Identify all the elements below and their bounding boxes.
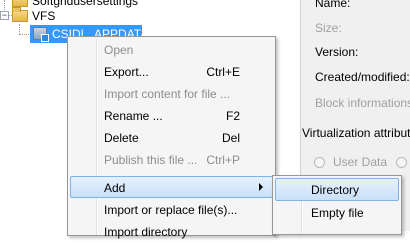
menu-item-shortcut: F2: [225, 109, 240, 123]
menu-item-shortcut: Ctrl+E: [206, 65, 240, 79]
submenu-arrow-icon: [259, 183, 263, 191]
version-label: Version:: [315, 45, 359, 59]
menu-item-label: Empty file: [311, 206, 364, 220]
virtual-folder-icon: [33, 27, 49, 42]
menu-item-add[interactable]: Add: [70, 176, 273, 198]
menu-item-label: Directory: [311, 183, 360, 197]
menu-item-import-replace[interactable]: Import or replace file(s)...: [70, 199, 273, 221]
name-label: Name:: [315, 0, 351, 10]
folder-icon: [12, 0, 28, 7]
menu-item-label: Import or replace file(s)...: [104, 203, 238, 217]
submenu-item-directory[interactable]: Directory: [275, 178, 399, 201]
menu-item-export[interactable]: Export... Ctrl+E: [70, 61, 273, 83]
tree-item-label: VFS: [32, 9, 56, 23]
menu-item-label: Add: [104, 181, 126, 195]
folder-icon: [12, 7, 28, 22]
radio-option[interactable]: [396, 157, 407, 168]
menu-item-label: Rename ...: [104, 109, 163, 123]
menu-item-label: Delete: [104, 131, 139, 145]
virtualization-attributes-label: Virtualization attribut: [302, 126, 410, 140]
menu-item-shortcut: Ctrl+P: [206, 153, 240, 167]
menu-item-publish[interactable]: Publish this file ... Ctrl+P: [70, 149, 273, 171]
tree-line: [19, 24, 20, 34]
menu-item-import-content[interactable]: Import content for file ...: [70, 83, 273, 105]
created-modified-label: Created/modified:: [315, 70, 410, 84]
submenu-item-empty-file[interactable]: Empty file: [275, 202, 399, 224]
menu-item-open[interactable]: Open: [70, 39, 273, 61]
collapse-icon[interactable]: −: [0, 11, 9, 20]
menu-item-rename[interactable]: Rename ... F2: [70, 105, 273, 127]
menu-item-label: Import content for file ...: [104, 87, 231, 101]
context-menu: Open Export... Ctrl+E Import content for…: [67, 36, 276, 239]
menu-item-label: Export...: [104, 65, 149, 79]
menu-item-shortcut: Del: [221, 131, 240, 145]
menu-item-delete[interactable]: Delete Del: [70, 127, 273, 149]
radio-user-data[interactable]: [314, 157, 325, 168]
radio-user-data-label: User Data: [333, 155, 388, 169]
menu-item-label: Open: [104, 43, 134, 57]
size-label: Size:: [315, 21, 342, 35]
block-informations-label: Block informations: [315, 96, 410, 110]
menu-item-label: Publish this file ...: [104, 153, 198, 167]
add-submenu: Directory Empty file: [272, 175, 402, 235]
